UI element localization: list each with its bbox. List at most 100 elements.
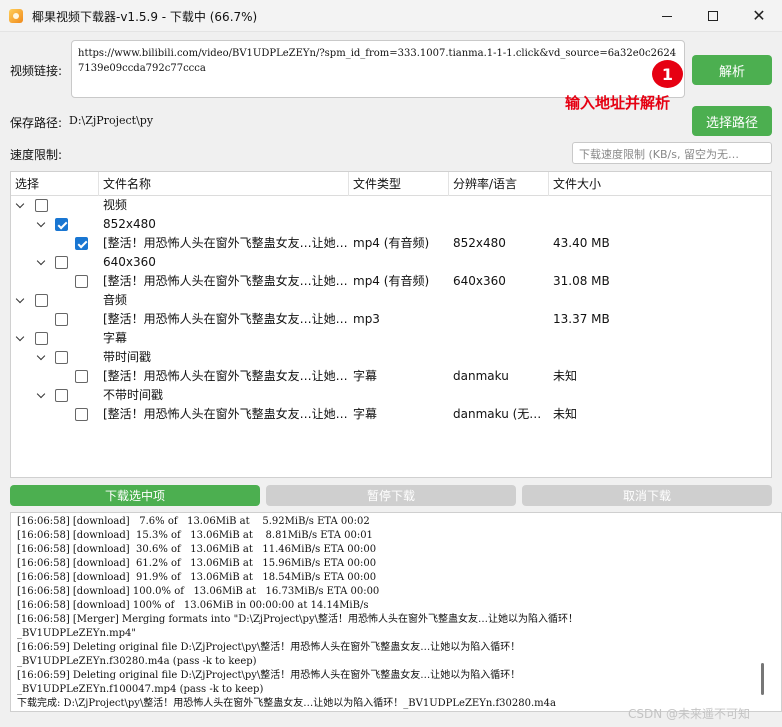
maximize-button[interactable] bbox=[690, 0, 736, 32]
row-checkbox[interactable] bbox=[75, 408, 88, 421]
file-type-cell bbox=[353, 348, 449, 367]
table-row[interactable]: 不带时间戳 bbox=[11, 386, 771, 405]
log-output[interactable]: [16:06:58] [download] 7.6% of 13.06MiB a… bbox=[10, 512, 782, 712]
log-lines: [16:06:58] [download] 7.6% of 13.06MiB a… bbox=[17, 515, 775, 711]
file-type-cell: mp3 bbox=[353, 312, 380, 326]
file-type-cell: 字幕 bbox=[353, 369, 378, 383]
download-selected-button[interactable]: 下载选中项 bbox=[10, 485, 260, 506]
table-row[interactable]: 音频 bbox=[11, 291, 771, 310]
header-file-type[interactable]: 文件类型 bbox=[349, 172, 449, 196]
log-line: [16:06:58] [download] 15.3% of 13.06MiB … bbox=[17, 530, 373, 541]
cancel-download-button[interactable]: 取消下载 bbox=[522, 485, 772, 506]
maximize-icon bbox=[708, 11, 718, 21]
resolution-cell bbox=[453, 253, 549, 272]
watermark: CSDN @未来遥不可知 bbox=[628, 707, 751, 721]
log-line: [16:06:59] Deleting original file D:\ZjP… bbox=[17, 642, 521, 653]
log-line: [16:06:58] [download] 30.6% of 13.06MiB … bbox=[17, 544, 377, 555]
file-name-cell: 音频 bbox=[103, 293, 128, 307]
table-row[interactable]: 字幕 bbox=[11, 329, 771, 348]
file-size-cell: 未知 bbox=[553, 407, 578, 421]
resolution-cell bbox=[453, 386, 549, 405]
file-name-cell: [整活！用恐怖人头在窗外飞整蛊女友…让她… bbox=[103, 369, 348, 383]
file-type-cell: mp4 (有音频) bbox=[353, 236, 430, 250]
minimize-icon bbox=[662, 15, 672, 17]
table-header: 选择 文件名称 文件类型 分辨率/语言 文件大小 bbox=[11, 172, 771, 196]
row-checkbox[interactable] bbox=[75, 275, 88, 288]
row-checkbox[interactable] bbox=[75, 237, 88, 250]
log-line: [16:06:58] [download] 91.9% of 13.06MiB … bbox=[17, 572, 377, 583]
log-line: [16:06:58] [download] 100% of 13.06MiB i… bbox=[17, 600, 369, 611]
file-name-cell: 视频 bbox=[103, 198, 128, 212]
header-file-name[interactable]: 文件名称 bbox=[99, 172, 349, 196]
table-row[interactable]: [整活！用恐怖人头在窗外飞整蛊女友…让她… 字幕 danmaku (无… 未知 bbox=[11, 405, 771, 424]
table-row[interactable]: 640x360 bbox=[11, 253, 771, 272]
file-name-cell: [整活！用恐怖人头在窗外飞整蛊女友…让她… bbox=[103, 236, 348, 250]
resolution-cell: danmaku bbox=[453, 369, 509, 383]
log-line: _BV1UDPLeZEYn.f30280.m4a (pass -k to kee… bbox=[17, 656, 257, 667]
annotation-text: 输入地址并解析 bbox=[565, 94, 671, 112]
file-type-cell bbox=[353, 386, 449, 405]
parse-button[interactable]: 解析 bbox=[692, 55, 772, 85]
header-file-size[interactable]: 文件大小 bbox=[549, 172, 771, 196]
row-checkbox[interactable] bbox=[35, 332, 48, 345]
chevron-down-icon[interactable] bbox=[36, 390, 47, 401]
chevron-down-icon[interactable] bbox=[15, 333, 26, 344]
file-name-cell: 640x360 bbox=[103, 255, 156, 269]
log-line: _BV1UDPLeZEYn.f100047.mp4 (pass -k to ke… bbox=[17, 684, 264, 695]
chevron-down-icon[interactable] bbox=[36, 352, 47, 363]
file-name-cell: [整活！用恐怖人头在窗外飞整蛊女友…让她… bbox=[103, 407, 348, 421]
row-checkbox[interactable] bbox=[35, 199, 48, 212]
table-row[interactable]: [整活！用恐怖人头在窗外飞整蛊女友…让她… mp3 13.37 MB bbox=[11, 310, 771, 329]
resolution-cell bbox=[453, 291, 549, 310]
row-checkbox[interactable] bbox=[55, 351, 68, 364]
file-size-cell bbox=[553, 386, 753, 405]
resolution-cell bbox=[453, 310, 549, 329]
file-size-cell bbox=[553, 215, 753, 234]
close-icon: ✕ bbox=[752, 6, 766, 25]
table-row[interactable]: 视频 bbox=[11, 196, 771, 215]
row-checkbox[interactable] bbox=[35, 294, 48, 307]
url-input[interactable]: https://www.bilibili.com/video/BV1UDPLeZ… bbox=[71, 40, 685, 98]
file-size-cell bbox=[553, 348, 753, 367]
table-row[interactable]: 852x480 bbox=[11, 215, 771, 234]
file-type-cell bbox=[353, 196, 449, 215]
row-checkbox[interactable] bbox=[55, 313, 68, 326]
log-line: [16:06:58] [download] 100.0% of 13.06MiB… bbox=[17, 586, 380, 597]
resolution-cell: 640x360 bbox=[453, 274, 506, 288]
chevron-down-icon[interactable] bbox=[15, 200, 26, 211]
resolution-cell bbox=[453, 329, 549, 348]
table-row[interactable]: [整活！用恐怖人头在窗外飞整蛊女友…让她… mp4 (有音频) 640x360 31.… bbox=[11, 272, 771, 291]
header-resolution[interactable]: 分辨率/语言 bbox=[449, 172, 549, 196]
minimize-button[interactable] bbox=[644, 0, 690, 32]
table-row[interactable]: 带时间戳 bbox=[11, 348, 771, 367]
row-checkbox[interactable] bbox=[55, 256, 68, 269]
pause-download-button[interactable]: 暂停下载 bbox=[266, 485, 516, 506]
row-checkbox[interactable] bbox=[55, 218, 68, 231]
file-name-cell: [整活！用恐怖人头在窗外飞整蛊女友…让她… bbox=[103, 312, 348, 326]
chevron-down-icon[interactable] bbox=[36, 219, 47, 230]
speed-limit-label: 速度限制: bbox=[10, 148, 63, 162]
file-type-cell bbox=[353, 291, 449, 310]
resolution-cell: 852x480 bbox=[453, 236, 506, 250]
row-checkbox[interactable] bbox=[75, 370, 88, 383]
file-tree-table: 选择 文件名称 文件类型 分辨率/语言 文件大小 视频 852x480 [整活！用恐… bbox=[10, 171, 772, 478]
speed-limit-input[interactable]: 下载速度限制 (KB/s, 留空为无… bbox=[572, 142, 772, 164]
row-checkbox[interactable] bbox=[55, 389, 68, 402]
log-line: _BV1UDPLeZEYn.mp4" bbox=[17, 628, 136, 639]
save-path-label: 保存路径: bbox=[10, 116, 63, 130]
log-scrollbar[interactable] bbox=[761, 663, 764, 695]
close-button[interactable]: ✕ bbox=[736, 0, 782, 32]
chevron-down-icon[interactable] bbox=[15, 295, 26, 306]
resolution-cell: danmaku (无… bbox=[453, 407, 542, 421]
table-row[interactable]: [整活！用恐怖人头在窗外飞整蛊女友…让她… mp4 (有音频) 852x480 43.… bbox=[11, 234, 771, 253]
file-size-cell: 43.40 MB bbox=[553, 236, 610, 250]
file-size-cell bbox=[553, 253, 753, 272]
file-type-cell bbox=[353, 329, 449, 348]
chevron-down-icon[interactable] bbox=[36, 257, 47, 268]
coconut-app-icon bbox=[9, 9, 23, 23]
table-row[interactable]: [整活！用恐怖人头在窗外飞整蛊女友…让她… 字幕 danmaku 未知 bbox=[11, 367, 771, 386]
choose-path-button[interactable]: 选择路径 bbox=[692, 106, 772, 136]
log-line: [16:06:59] Deleting original file D:\ZjP… bbox=[17, 670, 521, 681]
header-select[interactable]: 选择 bbox=[11, 172, 99, 196]
log-line: [16:06:58] [Merger] Merging formats into… bbox=[17, 614, 578, 625]
